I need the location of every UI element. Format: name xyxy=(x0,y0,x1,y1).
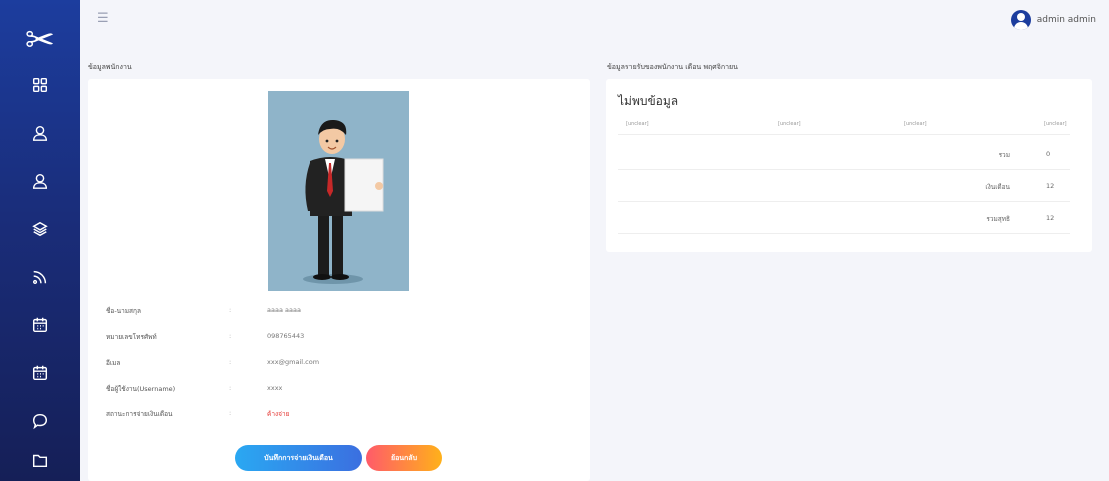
info-label: หมายเลขโทรศัพท์ xyxy=(106,333,157,341)
sidebar-item-chat[interactable] xyxy=(0,401,80,441)
info-value-phone: 098765443 xyxy=(267,332,305,340)
info-colon: : xyxy=(229,332,232,340)
employee-section-title: ข้อมูลพนักงาน xyxy=(88,63,132,71)
column-header: [unclear] xyxy=(626,121,649,127)
status-badge: ค้างจ่าย xyxy=(267,410,290,418)
grid-icon xyxy=(32,77,48,93)
info-row-email: อีเมล : xxx@gmail.com xyxy=(88,358,590,372)
info-row-pay-status: สถานะการจ่ายเงินเดือน : ค้างจ่าย xyxy=(88,409,590,423)
row-value: 12 xyxy=(1046,182,1055,190)
calendar-icon xyxy=(32,317,48,333)
column-header: [unclear] xyxy=(1044,121,1067,127)
back-button[interactable]: ย้อนกลับ xyxy=(366,445,442,471)
income-card: ไม่พบข้อมูล [unclear] [unclear] [unclear… xyxy=(606,79,1092,252)
employee-card: ชื่อ-นามสกุล : aaaa aaaa หมายเลขโทรศัพท์… xyxy=(88,79,590,481)
user-menu[interactable]: admin admin xyxy=(1010,10,1096,30)
info-label: ชื่อผู้ใช้งาน(Username) xyxy=(106,385,176,393)
row-label: รวม xyxy=(998,151,1010,159)
user-name: admin admin xyxy=(1036,15,1096,25)
info-row-phone: หมายเลขโทรศัพท์ : 098765443 xyxy=(88,332,590,346)
topbar: ☰ admin admin xyxy=(80,0,1109,44)
table-row: รวม 0 xyxy=(618,138,1070,170)
save-salary-button[interactable]: บันทึกการจ่ายเงินเดือน xyxy=(235,445,362,471)
sidebar-item-feed[interactable] xyxy=(0,257,80,297)
info-label: สถานะการจ่ายเงินเดือน xyxy=(106,410,173,418)
folder-icon xyxy=(32,454,48,468)
rss-icon xyxy=(32,270,47,285)
sidebar-item-folder[interactable] xyxy=(0,440,80,480)
calendar-icon xyxy=(32,365,48,381)
table-row: รวมสุทธิ 12 xyxy=(618,202,1070,234)
user-icon xyxy=(32,173,48,189)
info-colon: : xyxy=(229,384,232,392)
info-row-name: ชื่อ-นามสกุล : aaaa aaaa xyxy=(88,306,590,320)
info-value-email: xxx@gmail.com xyxy=(267,358,320,366)
avatar xyxy=(1010,10,1031,30)
info-label: ชื่อ-นามสกุล xyxy=(106,307,141,315)
sidebar-item-calendar-2[interactable] xyxy=(0,353,80,393)
sidebar-item-users[interactable] xyxy=(0,113,80,153)
column-header: [unclear] xyxy=(778,121,801,127)
sidebar-item-layers[interactable] xyxy=(0,209,80,249)
row-label: เงินเดือน xyxy=(985,183,1010,191)
layers-icon xyxy=(32,221,48,237)
info-colon: : xyxy=(229,409,232,417)
column-header: [unclear] xyxy=(904,121,927,127)
info-colon: : xyxy=(229,306,232,314)
info-value-username: xxxx xyxy=(267,384,283,392)
table-row: เงินเดือน 12 xyxy=(618,170,1070,202)
chat-icon xyxy=(32,413,48,430)
income-section-title: ข้อมูลรายรับของพนักงาน เดือน พฤศจิกายน xyxy=(607,63,738,71)
table-header: [unclear] [unclear] [unclear] [unclear] xyxy=(618,117,1070,135)
info-colon: : xyxy=(229,358,232,366)
scissors-icon[interactable]: ✂ xyxy=(0,16,80,64)
user-icon xyxy=(32,125,48,141)
info-row-username: ชื่อผู้ใช้งาน(Username) : xxxx xyxy=(88,384,590,398)
sidebar-item-calendar[interactable] xyxy=(0,305,80,345)
hamburger-icon[interactable]: ☰ xyxy=(97,11,109,26)
row-value: 12 xyxy=(1046,214,1055,222)
sidebar-item-employees[interactable] xyxy=(0,161,80,201)
sidebar-item-dashboard[interactable] xyxy=(0,65,80,105)
row-label: รวมสุทธิ xyxy=(986,215,1010,223)
employee-photo xyxy=(268,91,409,291)
info-value-name: aaaa aaaa xyxy=(267,306,301,314)
info-label: อีเมล xyxy=(106,359,121,367)
row-value: 0 xyxy=(1046,150,1051,158)
sidebar: ✂ xyxy=(0,0,80,481)
empty-state-text: ไม่พบข้อมูล xyxy=(618,94,679,108)
